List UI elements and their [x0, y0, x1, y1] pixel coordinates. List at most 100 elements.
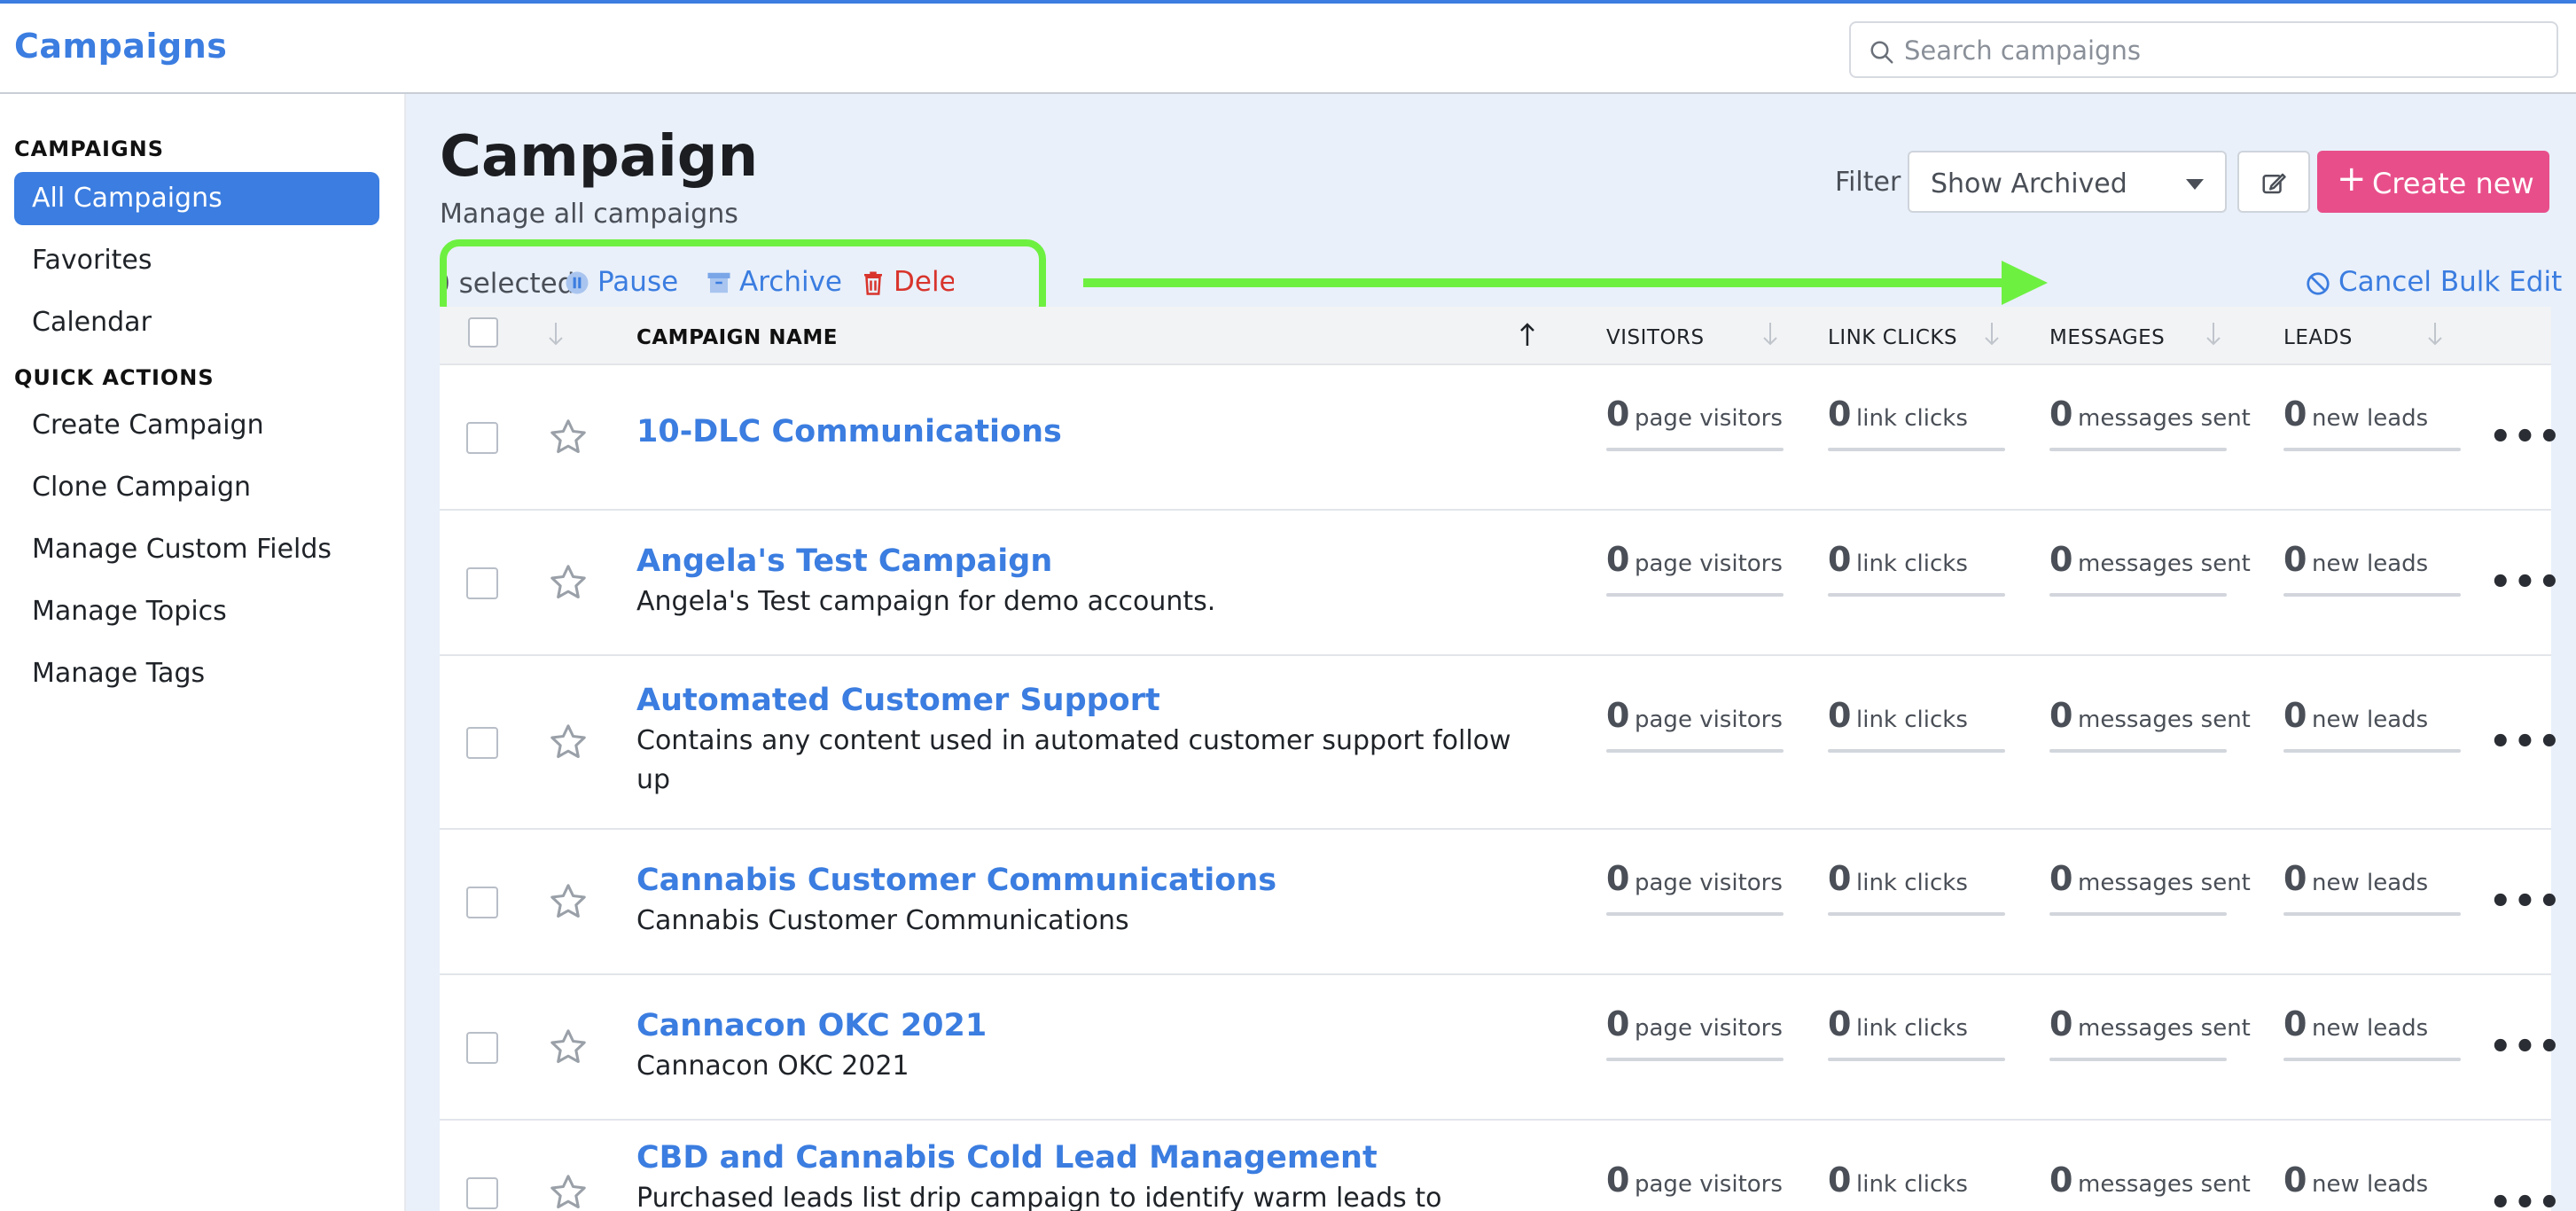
more-options-icon[interactable]: ••• — [2489, 1027, 2563, 1067]
stat-value: 0 — [1606, 859, 1630, 898]
stat-progress-bar — [1606, 912, 1784, 916]
row-checkbox[interactable] — [466, 1177, 498, 1209]
more-options-icon[interactable]: ••• — [2489, 562, 2563, 603]
column-visitors[interactable]: VISITORS — [1606, 326, 1705, 349]
stat-value: 0 — [2049, 1004, 2073, 1043]
stat-value: 0 — [2283, 859, 2307, 898]
sidebar-item-calendar[interactable]: Calendar — [14, 296, 379, 349]
visitors-stat: 0 page visitors — [1606, 859, 1784, 921]
star-icon[interactable] — [548, 881, 589, 922]
column-campaign-name[interactable]: CAMPAIGN NAME — [636, 326, 838, 349]
select-all-checkbox[interactable] — [468, 317, 498, 348]
table-row[interactable]: Cannabis Customer Communications Cannabis… — [440, 830, 2561, 975]
search-input[interactable] — [1904, 34, 2542, 67]
stat-progress-bar — [1828, 749, 2005, 753]
stat-label: messages sent — [2078, 707, 2251, 733]
sidebar-item-create-campaign[interactable]: Create Campaign — [14, 399, 379, 452]
star-icon[interactable] — [548, 562, 589, 603]
star-icon[interactable] — [548, 1172, 589, 1211]
stat-label: link clicks — [1856, 405, 1968, 432]
stat-progress-bar — [1606, 1058, 1784, 1061]
more-options-icon[interactable]: ••• — [2489, 881, 2563, 922]
messages-stat: 0 messages sent — [2049, 1004, 2251, 1066]
sort-arrow-down-icon[interactable] — [2204, 319, 2223, 349]
link-clicks-stat: 0 link clicks — [1828, 1160, 2005, 1211]
stat-label: new leads — [2312, 707, 2429, 733]
filter-select[interactable]: Show Archived — [1908, 151, 2227, 213]
edit-button[interactable] — [2237, 151, 2310, 213]
page-title: Campaign — [440, 124, 759, 190]
row-checkbox[interactable] — [466, 887, 498, 918]
column-messages[interactable]: MESSAGES — [2049, 326, 2165, 349]
campaign-name-link[interactable]: Angela's Test Campaign — [636, 543, 1052, 579]
table-row[interactable]: 10-DLC Communications 0 page visitors 0 link… — [440, 365, 2561, 511]
stat-value: 0 — [2283, 540, 2307, 579]
visitors-stat: 0 page visitors — [1606, 696, 1784, 758]
stat-value: 0 — [2049, 1160, 2073, 1199]
sidebar-section-quick-actions: QUICK ACTIONS — [14, 365, 215, 390]
more-options-icon[interactable]: ••• — [2489, 1183, 2563, 1211]
sort-arrow-down-icon[interactable] — [1982, 319, 2002, 349]
table-row[interactable]: CBD and Cannabis Cold Lead Management Pur… — [440, 1121, 2561, 1211]
sort-arrow-down-icon[interactable] — [546, 319, 566, 349]
sort-arrow-down-icon[interactable] — [2425, 319, 2445, 349]
stat-value: 0 — [1828, 395, 1852, 434]
link-clicks-stat: 0 link clicks — [1828, 1004, 2005, 1066]
sidebar-item-manage-tags[interactable]: Manage Tags — [14, 647, 379, 700]
stat-label: new leads — [2312, 1015, 2429, 1042]
stat-progress-bar — [2283, 448, 2461, 451]
sidebar-item-manage-topics[interactable]: Manage Topics — [14, 585, 379, 638]
edit-icon — [2262, 173, 2286, 194]
visitors-stat: 0 page visitors — [1606, 395, 1784, 457]
sidebar-item-manage-custom-fields[interactable]: Manage Custom Fields — [14, 523, 379, 576]
star-icon[interactable] — [548, 722, 589, 762]
stat-label: link clicks — [1856, 1015, 1968, 1042]
stat-progress-bar — [2283, 912, 2461, 916]
sidebar-item-all-campaigns[interactable]: All Campaigns — [14, 172, 379, 225]
campaign-name-link[interactable]: Cannabis Customer Communications — [636, 863, 1276, 898]
stat-progress-bar — [2049, 912, 2227, 916]
more-options-icon[interactable]: ••• — [2489, 722, 2563, 762]
sidebar-item-clone-campaign[interactable]: Clone Campaign — [14, 461, 379, 514]
stat-label: page visitors — [1635, 1171, 1783, 1198]
visitors-stat: 0 page visitors — [1606, 1004, 1784, 1066]
star-icon[interactable] — [548, 1027, 589, 1067]
main-content: Campaign Manage all campaigns Filter Sho… — [406, 94, 2576, 1211]
stat-label: messages sent — [2078, 1171, 2251, 1198]
row-checkbox[interactable] — [466, 1032, 498, 1064]
filter-label: Filter — [1835, 167, 1901, 198]
star-icon[interactable] — [548, 417, 589, 457]
stat-label: link clicks — [1856, 870, 1968, 896]
stat-progress-bar — [1606, 749, 1784, 753]
caret-down-icon — [2186, 179, 2204, 190]
plus-icon: + — [2337, 159, 2367, 199]
stat-label: link clicks — [1856, 551, 1968, 577]
stat-value: 0 — [2283, 696, 2307, 735]
sidebar-item-favorites[interactable]: Favorites — [14, 234, 379, 287]
sort-arrow-up-icon[interactable] — [1518, 319, 1537, 349]
leads-stat: 0 new leads — [2283, 1004, 2461, 1066]
row-checkbox[interactable] — [466, 567, 498, 599]
table-row[interactable]: Cannacon OKC 2021 Cannacon OKC 2021 0 page … — [440, 975, 2561, 1121]
table-row[interactable]: Angela's Test Campaign Angela's Test camp… — [440, 511, 2561, 656]
stat-label: page visitors — [1635, 1015, 1783, 1042]
row-checkbox[interactable] — [466, 727, 498, 759]
column-link-clicks[interactable]: LINK CLICKS — [1828, 326, 1957, 349]
campaign-description: Contains any content used in automated c… — [636, 725, 1511, 795]
link-clicks-stat: 0 link clicks — [1828, 696, 2005, 758]
campaign-name-link[interactable]: Cannacon OKC 2021 — [636, 1008, 987, 1043]
campaign-name-link[interactable]: CBD and Cannabis Cold Lead Management — [636, 1140, 1378, 1176]
more-options-icon[interactable]: ••• — [2489, 417, 2563, 457]
table-row[interactable]: Automated Customer Support Contains any c… — [440, 656, 2561, 830]
stat-label: messages sent — [2078, 405, 2251, 432]
create-new-button[interactable]: + Create new — [2317, 151, 2549, 213]
campaign-name-link[interactable]: 10-DLC Communications — [636, 414, 1062, 449]
search-box[interactable] — [1849, 21, 2558, 78]
row-checkbox[interactable] — [466, 422, 498, 454]
stat-progress-bar — [2049, 1058, 2227, 1061]
stat-value: 0 — [2049, 540, 2073, 579]
column-leads[interactable]: LEADS — [2283, 326, 2353, 349]
sort-arrow-down-icon[interactable] — [1760, 319, 1780, 349]
stat-label: link clicks — [1856, 1171, 1968, 1198]
campaign-name-link[interactable]: Automated Customer Support — [636, 683, 1160, 718]
